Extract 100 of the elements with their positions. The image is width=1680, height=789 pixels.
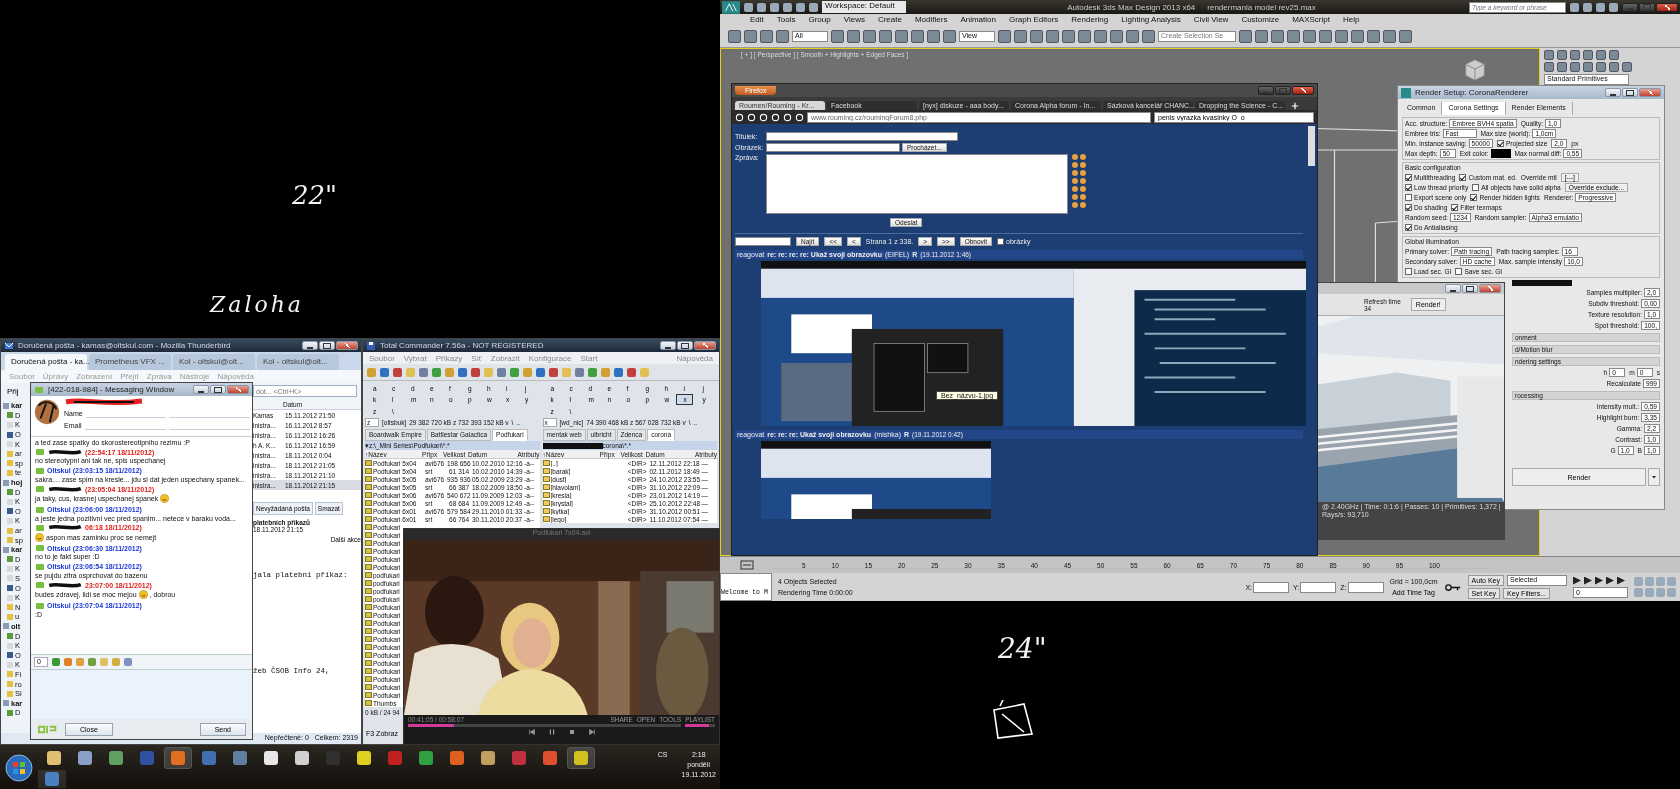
workspace-dropdown[interactable]: Workspace: Default [822,1,906,13]
minimize-button[interactable] [302,341,318,350]
menu-item[interactable]: Views [843,15,865,25]
toolbar-icon[interactable] [1126,30,1139,43]
toolbar-icon[interactable] [744,30,757,43]
toolbar-icon[interactable] [847,30,860,43]
message-field[interactable] [766,154,1068,214]
checkbox[interactable] [1405,184,1412,191]
search-field[interactable] [735,237,791,246]
toolbar-icon[interactable] [1030,30,1043,43]
toolbar-icon[interactable] [1014,30,1027,43]
checkbox[interactable] [1405,174,1412,181]
checkbox[interactable] [1470,194,1478,201]
minimize-button[interactable] [660,341,676,350]
toolbar-icon[interactable] [1399,30,1412,43]
toolbar-icon[interactable] [1287,30,1300,43]
menu-item[interactable]: Civil View [1193,15,1229,25]
coordinate-field[interactable] [1300,581,1337,593]
checkbox[interactable] [1405,204,1412,211]
menu-item[interactable]: Customize [1241,15,1280,25]
message-input[interactable] [31,669,252,719]
toolbar-icon[interactable] [1062,30,1075,43]
pause-icon[interactable] [547,728,556,736]
toolbar-icon[interactable] [879,30,892,43]
toolbar-icon[interactable] [1335,30,1348,43]
checkbox[interactable] [1496,140,1504,147]
mail-tab[interactable]: Kol - oltskul@olt... [257,354,339,370]
mail-tab[interactable]: Doručená pošta - ka... [5,354,87,370]
volume-slider[interactable] [685,724,715,727]
toolbar-icon[interactable] [1078,30,1091,43]
toolbar-icon[interactable] [1239,30,1252,43]
close-button[interactable] [1292,86,1314,95]
menu-item[interactable]: MAXScript [1292,15,1330,25]
toolbar-icon[interactable] [1303,30,1316,43]
checkbox[interactable] [1472,184,1480,191]
menu-item[interactable]: Graph Editors [1008,15,1059,25]
toolbar-icon[interactable] [776,30,789,43]
toolbar-icon[interactable] [831,30,844,43]
key-icon[interactable] [1443,582,1462,592]
toolbar-icon[interactable] [728,30,741,43]
checkbox[interactable] [1451,204,1459,211]
minimize-button[interactable] [1445,284,1461,293]
coordinate-field[interactable] [1253,581,1290,593]
file-field[interactable] [766,143,900,152]
toolbar-icon[interactable] [1367,30,1380,43]
maximize-button[interactable] [1462,284,1478,293]
handwritten-note: 22" [292,180,338,210]
toolbar-icon[interactable] [943,30,956,43]
toolbar-icon[interactable] [1319,30,1332,43]
scrollbar[interactable] [1308,126,1315,166]
minimize-button[interactable] [193,385,209,394]
maximize-button[interactable] [319,341,335,350]
checkbox[interactable] [1405,268,1412,275]
toolbar-icon[interactable] [998,30,1011,43]
toolbar-icon[interactable] [1142,30,1155,43]
toolbar-icon[interactable] [1383,30,1396,43]
checkbox[interactable] [997,238,1005,245]
toolbar-icon[interactable] [863,30,876,43]
toolbar-icon[interactable] [1046,30,1059,43]
toolbar-icon[interactable] [1255,30,1268,43]
minimize-button[interactable] [1605,88,1621,97]
toolbar-icon[interactable] [895,30,908,43]
checkbox[interactable] [1405,194,1412,201]
app-logo-icon[interactable] [722,0,740,14]
maximize-button[interactable] [677,341,693,350]
toolbar-icon[interactable] [1110,30,1123,43]
title-field[interactable] [766,132,958,141]
maximize-button[interactable] [210,385,226,394]
next-icon[interactable] [587,728,596,736]
toolbar-icon[interactable] [1351,30,1364,43]
color-swatch[interactable] [1490,149,1511,158]
menu-item[interactable]: Create [877,15,902,25]
render-options-button[interactable] [1648,468,1660,486]
checkbox[interactable] [1459,174,1467,181]
menu-item[interactable]: Group [808,15,831,25]
toolbar-icon[interactable] [760,30,773,43]
maximize-button[interactable] [1622,88,1638,97]
mail-tab[interactable]: Kol - oltskul@olt... [173,354,255,370]
menu-item[interactable]: Modifiers [914,15,948,25]
toolbar-icon[interactable] [1271,30,1284,43]
menu-item[interactable]: Lighting Analysis [1121,15,1181,25]
checkbox[interactable] [1455,268,1463,275]
new-tab-icon[interactable] [1291,102,1299,110]
coordinate-field[interactable] [1347,581,1384,593]
menu-item[interactable]: Tools [776,15,796,25]
start-button[interactable] [4,753,34,783]
taskbar-app-icon[interactable] [567,747,595,769]
get-mail-button[interactable]: Přij [5,386,21,396]
menu-item[interactable]: Edit [750,15,764,25]
checkbox[interactable] [1405,224,1412,231]
toolbar-icon[interactable] [911,30,924,43]
menu-item[interactable]: Animation [960,15,996,25]
mail-tab[interactable]: Prometheus VFX ... [89,354,171,370]
close-button[interactable] [1656,2,1678,12]
menu-item[interactable]: Help [1342,15,1360,25]
toolbar-icon[interactable] [927,30,940,43]
toolbar-icon[interactable] [1094,30,1107,43]
track-bar-icon[interactable] [740,560,754,570]
previous-icon[interactable] [527,728,536,736]
menu-item[interactable]: Rendering [1071,15,1109,25]
